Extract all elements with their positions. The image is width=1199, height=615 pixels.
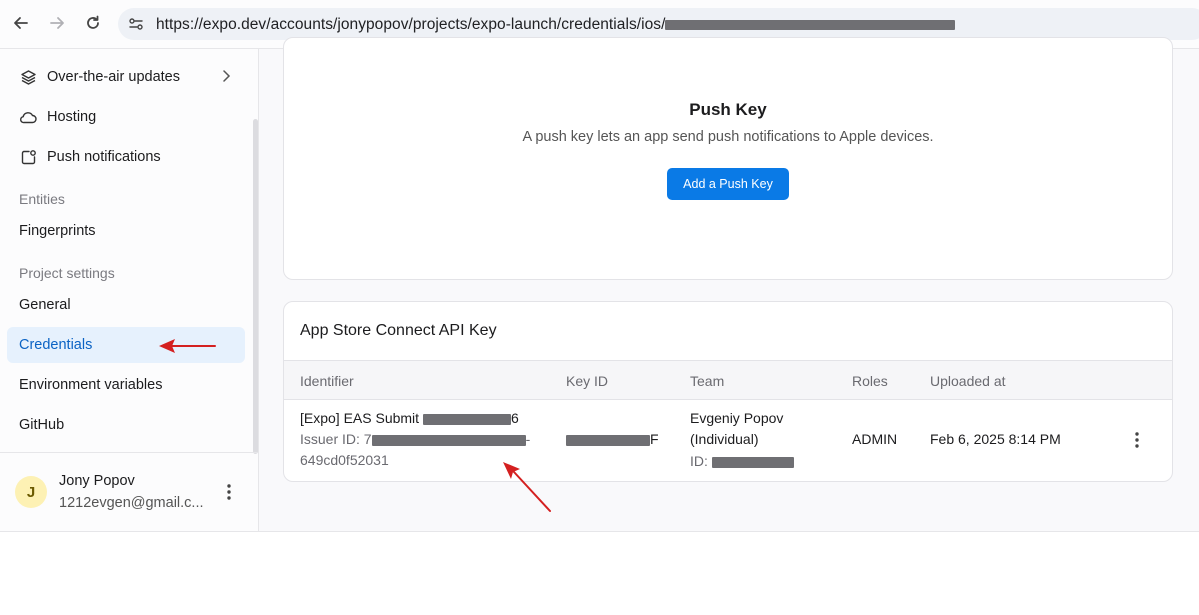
sidebar-item-label: Credentials: [19, 337, 93, 353]
column-header-key-id: Key ID: [566, 373, 609, 389]
divider: [0, 452, 258, 453]
table-header: Identifier Key ID Team Roles Uploaded at: [284, 360, 1172, 400]
role-cell: ADMIN: [852, 431, 898, 447]
user-email: 1212evgen@gmail.c...: [59, 495, 204, 511]
site-settings-icon[interactable]: [128, 16, 144, 32]
sidebar-item-label: Push notifications: [47, 149, 161, 165]
back-button[interactable]: [10, 12, 32, 34]
sidebar-item-label: Hosting: [47, 109, 97, 125]
team-id: ID:: [690, 451, 794, 472]
sidebar-item-push-notifications[interactable]: Push notifications: [7, 139, 245, 175]
sidebar-item-fingerprints[interactable]: Fingerprints: [7, 213, 245, 249]
page-bottom: [0, 531, 1199, 615]
push-key-card: Push Key A push key lets an app send pus…: [283, 37, 1173, 280]
redacted-text: [371, 434, 526, 446]
sidebar-item-general[interactable]: General: [7, 287, 245, 323]
column-header-uploaded-at: Uploaded at: [930, 373, 1006, 389]
user-menu-button[interactable]: [219, 482, 239, 502]
notification-badge-icon: [19, 148, 37, 166]
add-push-key-button[interactable]: Add a Push Key: [667, 168, 789, 200]
reload-icon: [87, 15, 99, 29]
main-content: Push Key A push key lets an app send pus…: [259, 37, 1199, 531]
sidebar-item-github[interactable]: GitHub: [7, 407, 245, 443]
push-key-description: A push key lets an app send push notific…: [522, 129, 934, 145]
arrow-left-icon: [14, 17, 28, 29]
sidebar-scrollbar[interactable]: [253, 119, 258, 454]
uploaded-at-cell: Feb 6, 2025 8:14 PM: [930, 431, 1061, 447]
sidebar-item-over-the-air-updates[interactable]: Over-the-air updates: [7, 59, 245, 95]
team-name: Evgeniy Popov: [690, 410, 784, 426]
sidebar-item-label: GitHub: [19, 417, 65, 433]
annotation-arrow-icon: [159, 339, 216, 353]
push-key-title: Push Key: [689, 100, 767, 119]
more-vertical-icon: [1135, 432, 1139, 448]
section-label-entities: Entities: [19, 191, 65, 207]
sidebar-item-hosting[interactable]: Hosting: [7, 99, 245, 135]
cloud-icon: [19, 108, 37, 126]
api-key-title: App Store Connect API Key: [300, 322, 497, 339]
identifier-cell: [Expo] EAS Submit 6: [300, 410, 519, 426]
layers-icon: [19, 68, 37, 86]
issuer-id-continuation: 649cd0f52031: [300, 452, 389, 468]
arrow-right-icon: [50, 17, 64, 29]
avatar[interactable]: J: [15, 476, 47, 508]
section-label-project-settings: Project settings: [19, 265, 115, 281]
row-actions-button[interactable]: [1127, 430, 1147, 450]
key-id-cell: F: [566, 429, 659, 450]
annotation-arrow-icon: [503, 462, 551, 512]
forward-button[interactable]: [46, 12, 68, 34]
column-header-identifier: Identifier: [300, 373, 354, 389]
api-key-card: App Store Connect API Key Identifier Key…: [283, 301, 1173, 482]
team-type: (Individual): [690, 431, 759, 447]
sidebar-item-label: Over-the-air updates: [47, 69, 180, 85]
sidebar-item-environment-variables[interactable]: Environment variables: [7, 367, 245, 403]
chevron-right-icon: [221, 69, 231, 85]
sidebar-item-label: Fingerprints: [19, 223, 96, 239]
address-bar[interactable]: https://expo.dev/accounts/jonypopov/proj…: [118, 8, 1199, 40]
sidebar: Over-the-air updates Hosting Push notifi…: [0, 49, 259, 531]
more-vertical-icon: [227, 484, 231, 500]
sidebar-item-label: Environment variables: [19, 377, 163, 393]
url-text: https://expo.dev/accounts/jonypopov/proj…: [156, 16, 956, 34]
reload-button[interactable]: [82, 12, 104, 34]
redacted-text: [566, 434, 650, 446]
sidebar-item-label: General: [19, 297, 71, 313]
issuer-id-cell: Issuer ID: 7-: [300, 431, 531, 447]
user-name: Jony Popov: [59, 473, 135, 489]
redacted-text: [665, 19, 956, 30]
column-header-roles: Roles: [852, 373, 888, 389]
column-header-team: Team: [690, 373, 725, 389]
redacted-text: [422, 413, 511, 425]
redacted-text: [711, 456, 794, 468]
